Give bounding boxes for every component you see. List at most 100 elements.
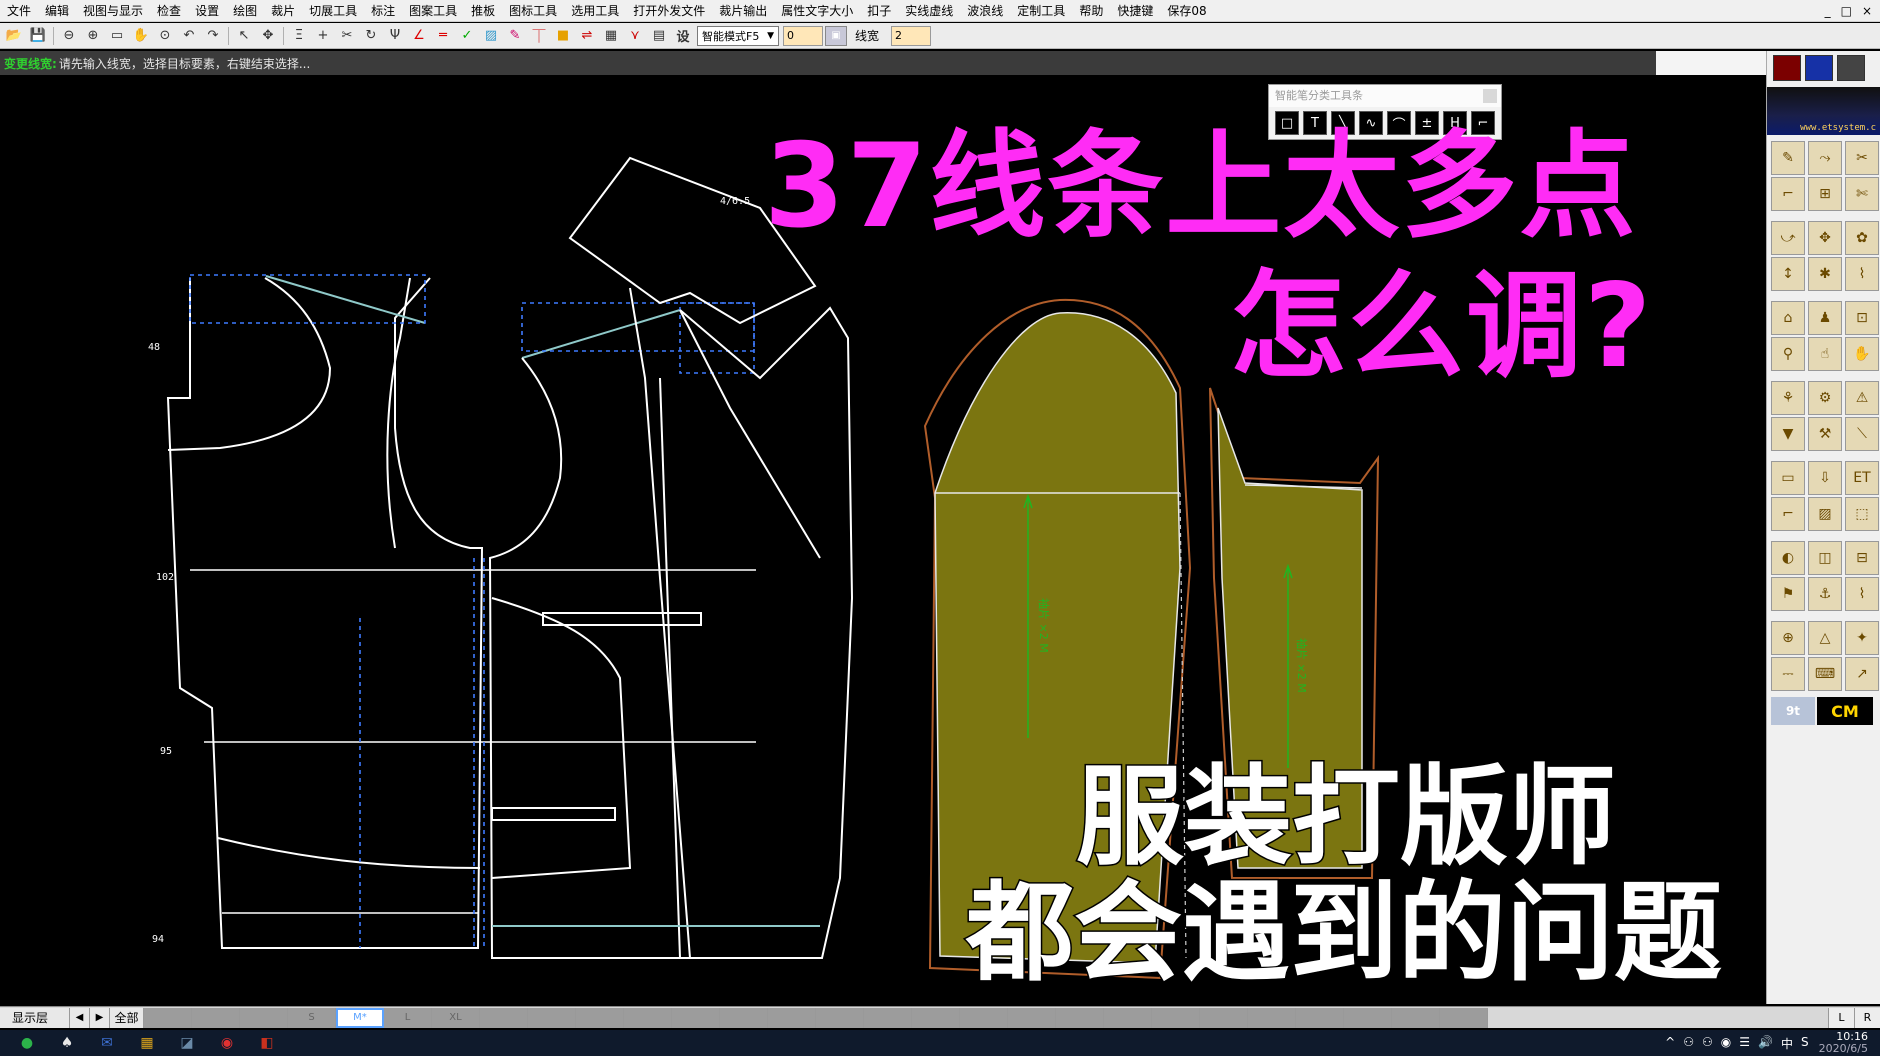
line-width-input[interactable]: 2 [891, 25, 932, 46]
menu-item-4[interactable]: 设置 [188, 0, 226, 22]
angle-icon[interactable]: ∠ [407, 25, 431, 47]
zoom-out-icon[interactable]: ⊖ [57, 25, 81, 47]
palette-tool-icon-14[interactable]: ⊡ [1845, 301, 1879, 335]
size-layer-cell[interactable]: S [288, 1007, 336, 1028]
size-layer-cell[interactable] [192, 1007, 240, 1028]
menu-item-3[interactable]: 检查 [150, 0, 188, 22]
menu-item-5[interactable]: 绘图 [226, 0, 264, 22]
close-icon[interactable] [1483, 89, 1497, 103]
layer-all-button[interactable]: 全部 [110, 1007, 144, 1028]
palette-tool-icon-37[interactable]: △ [1808, 621, 1842, 655]
palette-tool-icon-29[interactable]: ⬚ [1845, 497, 1879, 531]
taskbar-app-icon-2[interactable]: ✉ [94, 1032, 120, 1054]
size-layer-cell[interactable] [1392, 1007, 1440, 1028]
palette-tool-icon-25[interactable]: ⇩ [1808, 461, 1842, 495]
size-layer-cell[interactable] [864, 1007, 912, 1028]
fit-screen-icon[interactable]: ▭ [105, 25, 129, 47]
table-icon[interactable]: ▤ [647, 25, 671, 47]
tray-icon-0[interactable]: ^ [1665, 1035, 1675, 1052]
palette-tool-icon-38[interactable]: ✦ [1845, 621, 1879, 655]
palette-tool-icon-18[interactable]: ⚘ [1771, 381, 1805, 415]
pan-hand-icon[interactable]: ✋ [129, 25, 153, 47]
palette-tool-icon-19[interactable]: ⚙ [1808, 381, 1842, 415]
mode-select[interactable]: 智能模式F5 ▼ [697, 25, 779, 46]
add-point-icon[interactable]: + [311, 25, 335, 47]
taskbar-app-icon-3[interactable]: ▦ [134, 1032, 160, 1054]
menu-item-18[interactable]: 波浪线 [960, 0, 1010, 22]
size-layer-cell[interactable] [1008, 1007, 1056, 1028]
grid-icon[interactable]: ▦ [599, 25, 623, 47]
palette-tool-icon-17[interactable]: ✋ [1845, 337, 1879, 371]
tray-icon-6[interactable]: 中 [1781, 1035, 1793, 1052]
select-icon[interactable]: ↖ [232, 25, 256, 47]
palette-tool-icon-35[interactable]: ⌇ [1845, 577, 1879, 611]
taskbar-app-icon-0[interactable]: ● [14, 1032, 40, 1054]
palette-tool-icon-5[interactable]: ✄ [1845, 177, 1879, 211]
palette-tab-2-icon[interactable] [1805, 55, 1833, 81]
menu-item-2[interactable]: 视图与显示 [76, 0, 150, 22]
size-layer-cell[interactable] [912, 1007, 960, 1028]
left-side-button[interactable]: L [1828, 1007, 1854, 1028]
palette-tool-icon-2[interactable]: ✂ [1845, 141, 1879, 175]
size-layer-cell[interactable]: XL [432, 1007, 480, 1028]
size-layer-cell[interactable] [624, 1007, 672, 1028]
palette-tool-icon-27[interactable]: ⌐ [1771, 497, 1805, 531]
tray-icon-1[interactable]: ⚇ [1683, 1035, 1694, 1052]
palette-tool-icon-1[interactable]: ⤳ [1808, 141, 1842, 175]
zoom-window-icon[interactable]: ⊙ [153, 25, 177, 47]
palette-tool-icon-8[interactable]: ✿ [1845, 221, 1879, 255]
palette-tool-icon-22[interactable]: ⚒ [1808, 417, 1842, 451]
palette-tool-icon-23[interactable]: ⟍ [1845, 417, 1879, 451]
menu-item-15[interactable]: 属性文字大小 [774, 0, 860, 22]
menu-item-22[interactable]: 保存08 [1160, 0, 1213, 22]
dart-icon[interactable]: ⋎ [623, 25, 647, 47]
redo-icon[interactable]: ↷ [201, 25, 225, 47]
palette-tool-icon-39[interactable]: ⎓ [1771, 657, 1805, 691]
size-layer-cell[interactable] [1056, 1007, 1104, 1028]
tray-icon-7[interactable]: S [1801, 1035, 1809, 1052]
palette-tool-icon-6[interactable]: ⤻ [1771, 221, 1805, 255]
undo-icon[interactable]: ↶ [177, 25, 201, 47]
maximize-icon[interactable]: □ [1841, 4, 1852, 18]
hatch-icon[interactable]: ▨ [479, 25, 503, 47]
palette-tool-icon-21[interactable]: ▼ [1771, 417, 1805, 451]
menu-item-8[interactable]: 标注 [364, 0, 402, 22]
size-layer-cell[interactable] [1200, 1007, 1248, 1028]
taskbar-app-icon-6[interactable]: ◧ [254, 1032, 280, 1054]
size-layer-cell[interactable] [1440, 1007, 1488, 1028]
palette-tool-icon-12[interactable]: ⌂ [1771, 301, 1805, 335]
size-layer-cell[interactable] [720, 1007, 768, 1028]
palette-tool-icon-0[interactable]: ✎ [1771, 141, 1805, 175]
cut-icon[interactable]: ✂ [335, 25, 359, 47]
close-window-icon[interactable]: × [1862, 4, 1872, 18]
palette-tool-icon-40[interactable]: ⌨ [1808, 657, 1842, 691]
minimize-icon[interactable]: _ [1825, 4, 1831, 18]
size-layer-cell[interactable] [1248, 1007, 1296, 1028]
size-layer-cell[interactable] [480, 1007, 528, 1028]
settings-button[interactable]: 设 [671, 25, 695, 47]
size-layer-cell[interactable] [768, 1007, 816, 1028]
menu-item-10[interactable]: 推板 [464, 0, 502, 22]
check-icon[interactable]: ✓ [455, 25, 479, 47]
size-layer-cell[interactable] [960, 1007, 1008, 1028]
palette-tool-icon-41[interactable]: ↗ [1845, 657, 1879, 691]
menu-item-14[interactable]: 裁片输出 [712, 0, 774, 22]
palette-tool-icon-24[interactable]: ▭ [1771, 461, 1805, 495]
menu-item-16[interactable]: 扣子 [860, 0, 898, 22]
save-icon[interactable]: 💾 [26, 25, 50, 47]
size-layer-cell[interactable] [1296, 1007, 1344, 1028]
size-layer-cell[interactable] [816, 1007, 864, 1028]
palette-tool-icon-13[interactable]: ♟ [1808, 301, 1842, 335]
tray-icon-3[interactable]: ◉ [1721, 1035, 1731, 1052]
palette-tool-icon-33[interactable]: ⚑ [1771, 577, 1805, 611]
palette-tool-icon-10[interactable]: ✱ [1808, 257, 1842, 291]
size-layer-cell[interactable] [240, 1007, 288, 1028]
size-layer-cell[interactable] [1152, 1007, 1200, 1028]
tray-icon-4[interactable]: ☰ [1739, 1035, 1750, 1052]
menu-item-6[interactable]: 裁片 [264, 0, 302, 22]
size-layer-cell[interactable] [1344, 1007, 1392, 1028]
open-file-icon[interactable]: 📂 [2, 25, 26, 47]
tray-icon-2[interactable]: ⚇ [1702, 1035, 1713, 1052]
palette-tool-icon-9[interactable]: ↕ [1771, 257, 1805, 291]
menu-item-9[interactable]: 图案工具 [402, 0, 464, 22]
